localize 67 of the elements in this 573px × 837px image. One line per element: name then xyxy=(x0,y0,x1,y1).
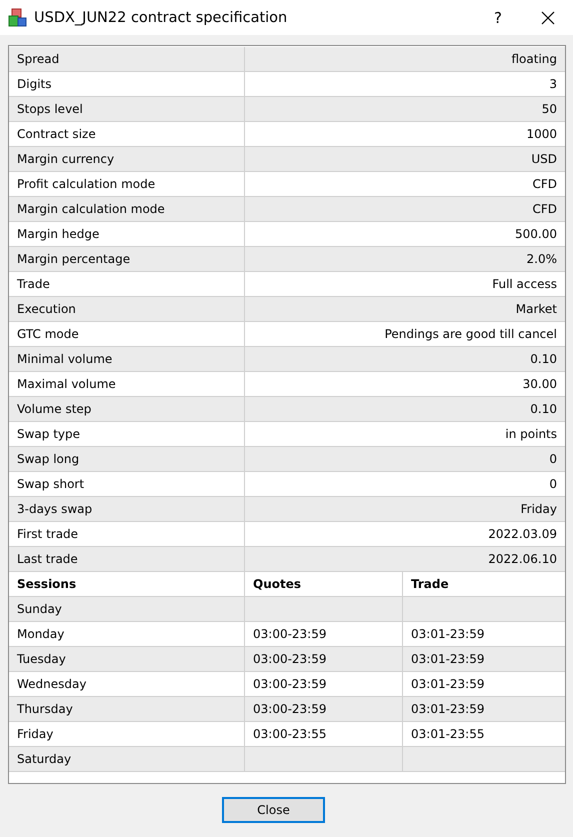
day-cell: Thursday xyxy=(9,697,245,721)
day-cell: Friday xyxy=(9,722,245,746)
property-value: floating xyxy=(510,51,558,68)
property-value: 0 xyxy=(548,451,558,468)
property-name: Swap type xyxy=(9,422,245,446)
property-name: Margin percentage xyxy=(9,247,245,271)
quotes-cell: 03:00-23:59 xyxy=(245,622,403,646)
property-name: 3-days swap xyxy=(9,497,245,521)
property-name: Margin hedge xyxy=(9,222,245,246)
property-value: 2022.06.10 xyxy=(487,551,558,568)
column-header: Trade xyxy=(410,576,450,593)
quotes-cell: 03:00-23:59 xyxy=(245,697,403,721)
day-cell: Wednesday xyxy=(9,672,245,696)
property-value: 50 xyxy=(540,101,558,118)
quotes-cell: 03:00-23:55 xyxy=(245,722,403,746)
quotes-cell: 03:00-23:59 xyxy=(245,672,403,696)
property-name: Trade xyxy=(9,272,245,296)
property-value: Friday xyxy=(520,501,558,518)
property-value: Pendings are good till cancel xyxy=(384,326,558,343)
property-value: 2022.03.09 xyxy=(487,526,558,543)
property-name: Minimal volume xyxy=(9,347,245,371)
column-header: Sessions xyxy=(9,572,245,596)
trade-cell-text: 03:01-23:59 xyxy=(410,651,486,668)
day-cell: Monday xyxy=(9,622,245,646)
property-name: Spread xyxy=(9,47,245,71)
property-name: Digits xyxy=(9,72,245,96)
app-icon xyxy=(8,8,28,28)
property-value: Full access xyxy=(491,276,558,293)
property-value: 0 xyxy=(548,476,558,493)
property-name: Profit calculation mode xyxy=(9,172,245,196)
close-dialog-button[interactable]: Close xyxy=(222,797,325,823)
property-name: Stops level xyxy=(9,97,245,121)
property-name: Swap long xyxy=(9,447,245,471)
property-value: CFD xyxy=(531,176,558,193)
property-value: 30.00 xyxy=(522,376,558,393)
property-value: 1000 xyxy=(525,126,558,143)
column-header: Quotes xyxy=(245,572,403,596)
day-cell: Saturday xyxy=(9,747,245,771)
day-cell: Sunday xyxy=(9,597,245,621)
property-value: 0.10 xyxy=(529,401,558,418)
property-name: Maximal volume xyxy=(9,372,245,396)
property-name: Volume step xyxy=(9,397,245,421)
property-name: Last trade xyxy=(9,547,245,571)
property-value: 3 xyxy=(548,76,558,93)
close-icon xyxy=(541,10,555,24)
property-value: USD xyxy=(530,151,558,168)
property-value: 0.10 xyxy=(529,351,558,368)
property-name: Margin currency xyxy=(9,147,245,171)
property-name: GTC mode xyxy=(9,322,245,346)
trade-cell-text: 03:01-23:55 xyxy=(410,726,486,743)
help-button[interactable]: ? xyxy=(473,8,523,26)
property-name: Margin calculation mode xyxy=(9,197,245,221)
property-value: CFD xyxy=(531,201,558,218)
property-name: First trade xyxy=(9,522,245,546)
window-title: USDX_JUN22 contract specification xyxy=(34,10,288,26)
trade-cell-text: 03:01-23:59 xyxy=(410,626,486,643)
property-name: Contract size xyxy=(9,122,245,146)
property-name: Execution xyxy=(9,297,245,321)
quotes-cell: 03:00-23:59 xyxy=(245,647,403,671)
property-value: in points xyxy=(504,426,558,443)
trade-cell-text: 03:01-23:59 xyxy=(410,701,486,718)
property-value: Market xyxy=(514,301,558,318)
property-value: 2.0% xyxy=(526,251,558,268)
trade-cell-text: 03:01-23:59 xyxy=(410,676,486,693)
day-cell: Tuesday xyxy=(9,647,245,671)
property-name: Swap short xyxy=(9,472,245,496)
property-value: 500.00 xyxy=(514,226,558,243)
